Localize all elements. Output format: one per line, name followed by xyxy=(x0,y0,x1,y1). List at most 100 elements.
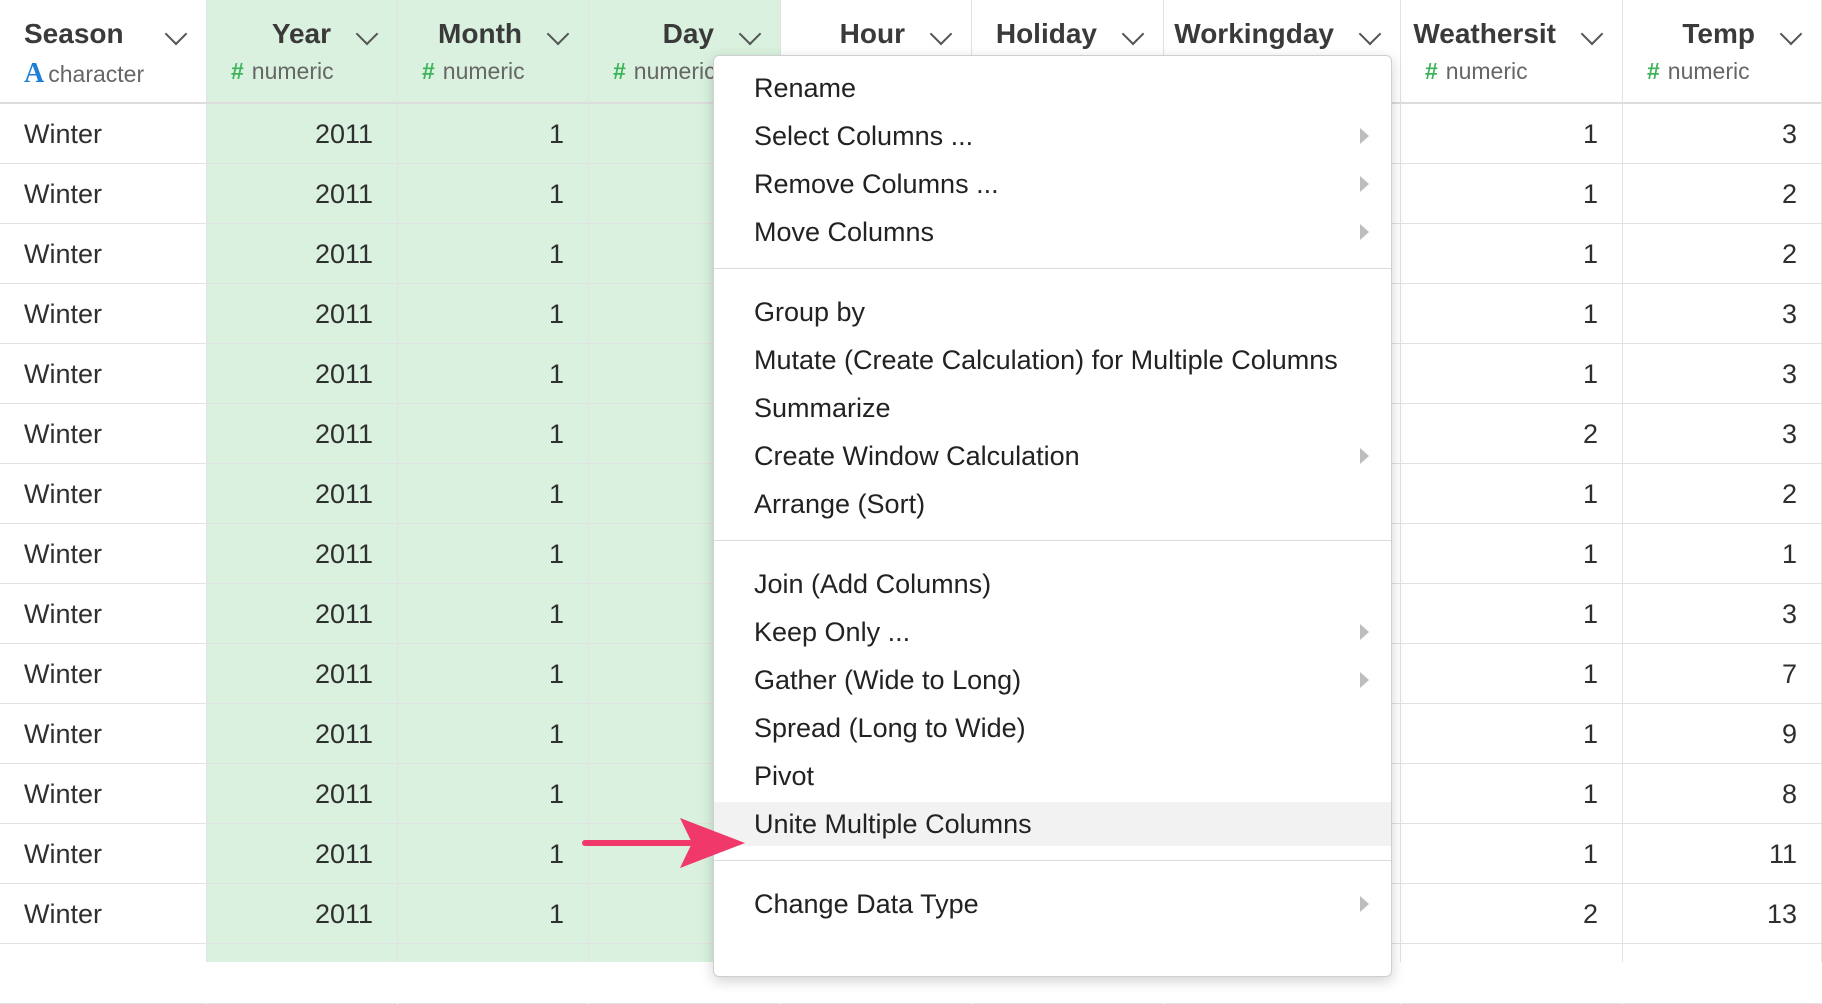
menu-item-select-columns[interactable]: Select Columns ... xyxy=(714,114,1391,158)
table-cell[interactable] xyxy=(207,944,397,1004)
menu-item-mutate-create-calculation-for-multiple-columns[interactable]: Mutate (Create Calculation) for Multiple… xyxy=(714,338,1391,382)
table-cell[interactable]: Winter xyxy=(0,884,206,944)
table-cell[interactable]: 1 xyxy=(1401,824,1622,884)
table-cell[interactable]: 1 xyxy=(398,464,588,524)
column-header-weathersit[interactable]: Weathersit # numeric xyxy=(1401,0,1622,104)
menu-item-rename[interactable]: Rename xyxy=(714,66,1391,110)
table-cell[interactable]: 2011 xyxy=(207,344,397,404)
table-cell[interactable]: 2011 xyxy=(207,164,397,224)
table-cell[interactable]: 1 xyxy=(1401,344,1622,404)
table-cell[interactable]: Winter xyxy=(0,404,206,464)
table-cell[interactable]: 2011 xyxy=(207,464,397,524)
table-cell[interactable]: 1 xyxy=(1401,644,1622,704)
chevron-down-icon[interactable] xyxy=(355,22,379,46)
chevron-down-icon[interactable] xyxy=(738,22,762,46)
menu-item-unite-multiple-columns[interactable]: Unite Multiple Columns xyxy=(714,802,1391,846)
table-cell[interactable]: 1 xyxy=(398,704,588,764)
column-header-year[interactable]: Year # numeric xyxy=(207,0,397,104)
chevron-down-icon[interactable] xyxy=(929,22,953,46)
table-cell[interactable]: 1 xyxy=(398,884,588,944)
table-cell[interactable]: 1 xyxy=(398,524,588,584)
table-cell[interactable]: 1 xyxy=(1401,164,1622,224)
table-cell[interactable]: 2011 xyxy=(207,224,397,284)
table-cell[interactable]: 13 xyxy=(1623,884,1821,944)
table-cell[interactable]: 1 xyxy=(398,284,588,344)
table-cell[interactable]: 9 xyxy=(1623,704,1821,764)
column-header-season[interactable]: Season Acharacter xyxy=(0,0,206,104)
table-cell[interactable] xyxy=(398,944,588,1004)
table-cell[interactable]: Winter xyxy=(0,824,206,884)
table-cell[interactable]: Winter xyxy=(0,344,206,404)
table-cell[interactable]: 1 xyxy=(398,584,588,644)
table-cell[interactable]: 1 xyxy=(398,224,588,284)
table-cell[interactable]: 1 xyxy=(398,164,588,224)
menu-item-arrange-sort[interactable]: Arrange (Sort) xyxy=(714,482,1391,526)
table-cell[interactable]: Winter xyxy=(0,644,206,704)
table-cell[interactable]: 1 xyxy=(398,344,588,404)
table-cell[interactable]: 2 xyxy=(1623,464,1821,524)
table-cell[interactable]: 11 xyxy=(1623,824,1821,884)
table-cell[interactable]: 3 xyxy=(1623,344,1821,404)
table-cell[interactable]: 1 xyxy=(1401,464,1622,524)
table-cell[interactable]: 2011 xyxy=(207,404,397,464)
table-cell[interactable]: Winter xyxy=(0,584,206,644)
chevron-down-icon[interactable] xyxy=(1121,22,1145,46)
table-cell[interactable]: 2 xyxy=(1623,164,1821,224)
chevron-down-icon[interactable] xyxy=(164,22,188,46)
table-cell[interactable]: Winter xyxy=(0,464,206,524)
table-cell[interactable]: 3 xyxy=(1623,404,1821,464)
table-cell[interactable]: 2 xyxy=(1401,884,1622,944)
table-cell[interactable]: 2011 xyxy=(207,764,397,824)
table-cell[interactable] xyxy=(0,944,206,1004)
table-cell[interactable]: 1 xyxy=(1401,224,1622,284)
table-cell[interactable]: 2011 xyxy=(207,284,397,344)
menu-item-create-window-calculation[interactable]: Create Window Calculation xyxy=(714,434,1391,478)
table-cell[interactable]: Winter xyxy=(0,164,206,224)
menu-item-pivot[interactable]: Pivot xyxy=(714,754,1391,798)
table-cell[interactable]: 3 xyxy=(1623,104,1821,164)
table-cell[interactable] xyxy=(1623,944,1821,1004)
table-cell[interactable]: 2 xyxy=(1401,404,1622,464)
table-cell[interactable]: 8 xyxy=(1623,764,1821,824)
table-cell[interactable]: 1 xyxy=(1401,524,1622,584)
table-cell[interactable]: 3 xyxy=(1623,284,1821,344)
menu-item-remove-columns[interactable]: Remove Columns ... xyxy=(714,162,1391,206)
table-cell[interactable]: 2011 xyxy=(207,524,397,584)
table-cell[interactable]: 2011 xyxy=(207,884,397,944)
table-cell[interactable] xyxy=(1401,944,1622,1004)
table-cell[interactable]: 1 xyxy=(1401,764,1622,824)
menu-item-gather-wide-to-long[interactable]: Gather (Wide to Long) xyxy=(714,658,1391,702)
table-cell[interactable]: Winter xyxy=(0,524,206,584)
chevron-down-icon[interactable] xyxy=(1580,22,1604,46)
table-cell[interactable]: 1 xyxy=(1401,284,1622,344)
menu-item-change-data-type[interactable]: Change Data Type xyxy=(714,882,1391,926)
table-cell[interactable]: Winter xyxy=(0,284,206,344)
table-cell[interactable]: 1 xyxy=(398,104,588,164)
table-cell[interactable]: 7 xyxy=(1623,644,1821,704)
menu-item-join-add-columns[interactable]: Join (Add Columns) xyxy=(714,562,1391,606)
table-cell[interactable]: 1 xyxy=(1401,104,1622,164)
menu-item-spread-long-to-wide[interactable]: Spread (Long to Wide) xyxy=(714,706,1391,750)
menu-item-move-columns[interactable]: Move Columns xyxy=(714,210,1391,254)
table-cell[interactable]: 2011 xyxy=(207,644,397,704)
table-cell[interactable]: 2011 xyxy=(207,704,397,764)
table-cell[interactable]: 1 xyxy=(1623,524,1821,584)
table-cell[interactable]: Winter xyxy=(0,764,206,824)
chevron-down-icon[interactable] xyxy=(546,22,570,46)
table-cell[interactable]: 2 xyxy=(1623,224,1821,284)
column-header-month[interactable]: Month # numeric xyxy=(398,0,588,104)
table-cell[interactable]: Winter xyxy=(0,104,206,164)
table-cell[interactable]: 1 xyxy=(1401,704,1622,764)
column-header-temp[interactable]: Temp # numeric xyxy=(1623,0,1821,104)
table-cell[interactable]: Winter xyxy=(0,224,206,284)
menu-item-group-by[interactable]: Group by xyxy=(714,290,1391,334)
table-cell[interactable]: 2011 xyxy=(207,104,397,164)
table-cell[interactable]: 1 xyxy=(398,404,588,464)
table-cell[interactable]: 3 xyxy=(1623,584,1821,644)
table-cell[interactable]: 2011 xyxy=(207,824,397,884)
table-cell[interactable]: Winter xyxy=(0,704,206,764)
table-cell[interactable]: 1 xyxy=(398,764,588,824)
chevron-down-icon[interactable] xyxy=(1779,22,1803,46)
table-cell[interactable]: 1 xyxy=(398,644,588,704)
table-cell[interactable]: 1 xyxy=(1401,584,1622,644)
